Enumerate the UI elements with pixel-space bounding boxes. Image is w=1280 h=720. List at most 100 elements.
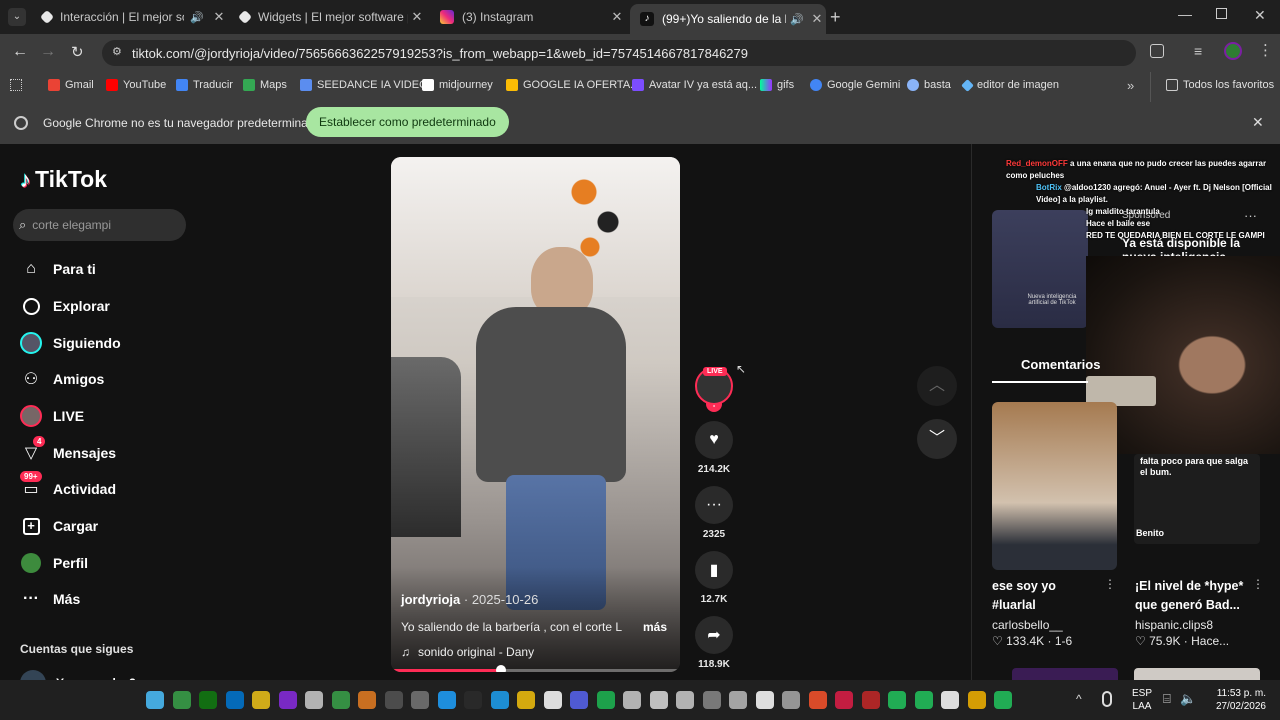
bookmark-seedance[interactable]: SEEDANCE IA VIDEO	[300, 79, 428, 91]
minimize-icon[interactable]: —	[1178, 6, 1192, 22]
close-tab-icon[interactable]: ✕	[210, 9, 228, 25]
adobe-taskbar-icon[interactable]	[835, 691, 853, 709]
nav-mas[interactable]: ··· Más	[20, 588, 80, 610]
video-sound[interactable]: ♫ sonido original - Dany	[401, 645, 534, 659]
tab-widgets[interactable]: Widgets | El mejor software par ✕	[230, 4, 426, 30]
files-taskbar-icon[interactable]	[358, 691, 376, 709]
address-bar[interactable]: ⚙ tiktok.com/@jordyrioja/video/756566636…	[102, 40, 1136, 66]
volume-icon[interactable]: 🔈	[1180, 691, 1196, 707]
bookmark-icon[interactable]: ▮	[695, 551, 733, 589]
terminal-taskbar-icon[interactable]	[384, 691, 403, 709]
tab-search-icon[interactable]: ⌄	[8, 8, 26, 26]
menu-icon[interactable]: ⋮	[1258, 41, 1273, 59]
bookmark-midjourney[interactable]: midjourney	[422, 79, 493, 91]
forward-icon[interactable]: →	[40, 43, 56, 61]
all-bookmarks[interactable]: Todos los favoritos	[1166, 79, 1274, 91]
search-taskbar-icon[interactable]	[172, 691, 191, 709]
vpn-taskbar-icon[interactable]	[702, 691, 721, 709]
related-video-author-2[interactable]: hispanic.clips8	[1135, 618, 1213, 632]
search-input[interactable]: corte elegampi	[32, 218, 111, 232]
copilot-taskbar-icon[interactable]	[225, 691, 244, 709]
related-video-thumbnail-2[interactable]: falta poco para que salga el bum. Benito	[1134, 454, 1260, 544]
previous-video-button[interactable]: ︿	[917, 366, 957, 406]
language-indicator[interactable]: ESP LAA	[1132, 687, 1152, 713]
set-default-button[interactable]: Establecer como predeterminado	[306, 107, 509, 137]
nav-siguiendo[interactable]: Siguiendo	[20, 332, 121, 354]
play-taskbar-icon[interactable]	[888, 691, 906, 709]
store-taskbar-icon[interactable]	[278, 691, 297, 709]
related-video-thumbnail-4[interactable]	[1134, 668, 1260, 680]
chrome-taskbar-icon[interactable]	[967, 691, 986, 709]
creator-live-avatar[interactable]: LIVE +	[695, 367, 733, 412]
clock[interactable]: 11:53 p. m. 27/02/2026	[1200, 687, 1266, 713]
bookmark-traducir[interactable]: Traducir	[176, 79, 233, 91]
close-tab-icon[interactable]: ✕	[408, 9, 426, 25]
reload-icon[interactable]: ↻	[71, 43, 84, 61]
bookmark-maps[interactable]: Maps	[243, 79, 287, 91]
save-action[interactable]: ▮ 12.7K	[695, 551, 733, 605]
discord-taskbar-icon[interactable]	[570, 691, 588, 709]
related-video-thumbnail-1[interactable]	[992, 402, 1117, 570]
comment-action[interactable]: ··· 2325	[695, 486, 733, 540]
next-video-button[interactable]: ﹀	[917, 419, 957, 459]
edge-taskbar-icon[interactable]	[305, 691, 323, 709]
share-taskbar-icon[interactable]	[623, 691, 641, 709]
xbox-taskbar-icon[interactable]	[199, 691, 217, 709]
microphone-icon[interactable]	[1102, 691, 1112, 707]
chatgpt-taskbar-icon[interactable]	[543, 691, 562, 709]
comment-icon[interactable]: ···	[695, 486, 733, 524]
telegram-taskbar-icon[interactable]	[490, 691, 509, 709]
video-progress-track[interactable]	[391, 669, 680, 672]
nav-para-ti[interactable]: ⌂ Para ti	[20, 258, 96, 280]
bookmark-gemini[interactable]: Google Gemini	[810, 79, 900, 91]
bookmark-gmail[interactable]: Gmail	[48, 79, 94, 91]
steam-taskbar-icon[interactable]	[437, 691, 456, 709]
start-taskbar-icon[interactable]	[146, 691, 164, 709]
back-icon[interactable]: ←	[12, 43, 28, 61]
play2-taskbar-icon[interactable]	[994, 691, 1012, 709]
nav-actividad[interactable]: ▭ 99+ Actividad	[20, 471, 116, 500]
bookmark-gifs[interactable]: gifs	[760, 79, 794, 91]
new-tab-icon[interactable]: +	[830, 7, 841, 28]
store2-taskbar-icon[interactable]	[782, 691, 800, 709]
nav-perfil[interactable]: Perfil	[20, 552, 88, 574]
caption-more-link[interactable]: más	[643, 620, 667, 634]
tiktok-logo[interactable]: ♪ TikTok	[20, 166, 107, 193]
nav-cargar[interactable]: + Cargar	[20, 515, 98, 537]
bookmark-avatar[interactable]: Avatar IV ya está aq...	[632, 79, 757, 91]
bookmark-google-ia[interactable]: GOOGLE IA OFERTA...	[506, 79, 639, 91]
explorer-taskbar-icon[interactable]	[517, 691, 535, 709]
related-video-thumbnail-3[interactable]	[1012, 668, 1118, 680]
more-bookmarks-icon[interactable]: »	[1127, 78, 1134, 93]
netflix-taskbar-icon[interactable]	[861, 691, 880, 709]
photos-taskbar-icon[interactable]	[411, 691, 429, 709]
tab-instagram[interactable]: (3) Instagram ✕	[430, 4, 626, 30]
extensions-icon[interactable]	[1150, 44, 1164, 58]
tiktok-app-taskbar-icon[interactable]	[755, 691, 774, 709]
share-icon[interactable]: ➦	[695, 616, 733, 654]
tray-chevron-icon[interactable]: ^	[1076, 692, 1082, 706]
card-options-icon[interactable]: ⋮	[1252, 577, 1264, 591]
site-info-icon[interactable]: ⚙	[112, 45, 122, 58]
media-control-icon[interactable]: ≡	[1194, 43, 1202, 59]
brave-taskbar-icon[interactable]	[808, 691, 827, 709]
settings-taskbar-icon[interactable]	[676, 691, 694, 709]
profile-avatar[interactable]	[1224, 42, 1242, 60]
close-tab-icon[interactable]: ✕	[608, 9, 626, 25]
related-video-author-1[interactable]: carlosbello__	[992, 618, 1063, 632]
share-action[interactable]: ➦ 118.9K	[695, 616, 733, 670]
widgets-taskbar-icon[interactable]	[331, 691, 350, 709]
tab-comentarios[interactable]: Comentarios	[1021, 357, 1100, 372]
spotify-taskbar-icon[interactable]	[596, 691, 615, 709]
bookmark-editor[interactable]: editor de imagen	[961, 78, 1059, 92]
close-window-icon[interactable]: ✕	[1254, 7, 1266, 24]
obs-taskbar-icon[interactable]	[464, 691, 482, 709]
close-infobar-icon[interactable]: ✕	[1252, 114, 1264, 131]
github-taskbar-icon[interactable]	[649, 691, 668, 709]
apps-icon[interactable]	[10, 79, 22, 91]
nav-mensajes[interactable]: ▽ 4 Mensajes	[20, 436, 116, 464]
notes-taskbar-icon[interactable]	[252, 691, 270, 709]
nav-amigos[interactable]: ⚇ Amigos	[20, 368, 105, 390]
bookmark-basta[interactable]: basta	[907, 79, 951, 91]
video-author[interactable]: jordyrioja	[401, 592, 460, 607]
